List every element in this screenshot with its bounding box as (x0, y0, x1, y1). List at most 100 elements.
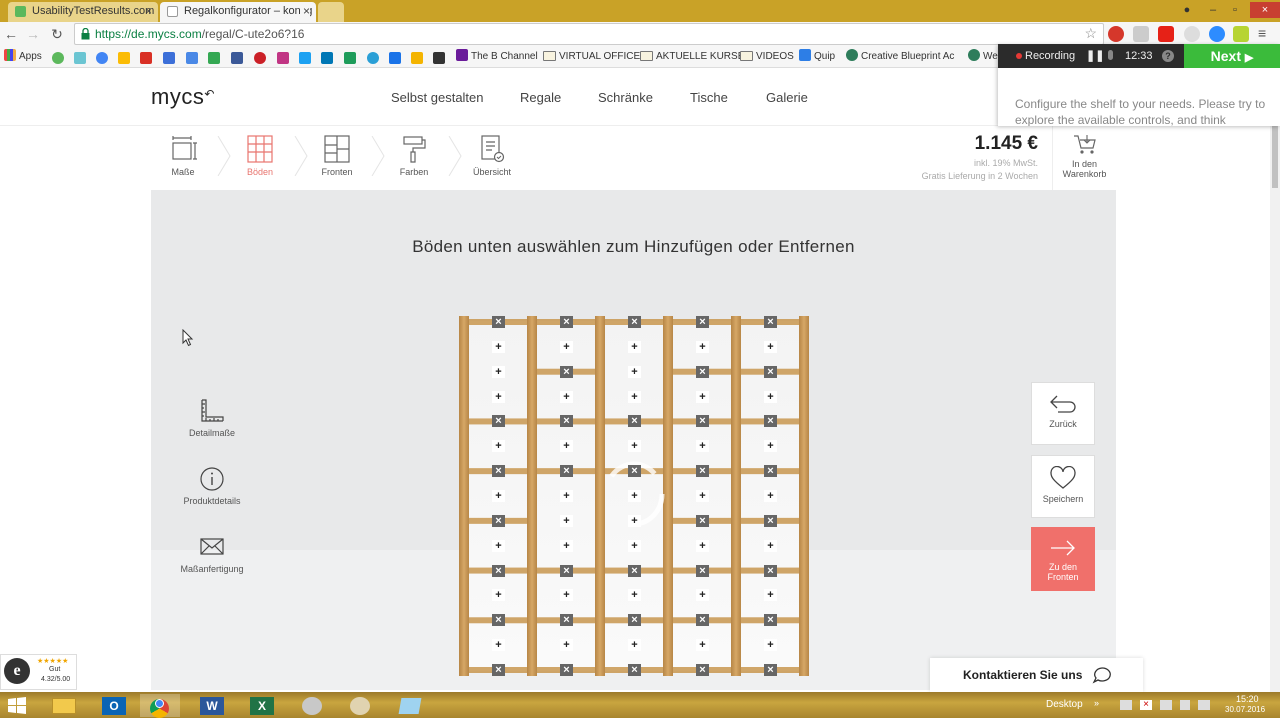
docs-icon[interactable] (186, 52, 198, 64)
recorder-next-button[interactable]: Next ▶ (1184, 44, 1280, 68)
bookmark-b-channel[interactable]: The B Channel (456, 49, 538, 65)
remove-shelf-marker[interactable]: × (492, 465, 505, 478)
tray-icon[interactable]: × (1140, 700, 1152, 710)
add-shelf-marker[interactable]: + (628, 365, 641, 378)
add-shelf-marker[interactable]: + (696, 340, 709, 353)
star-icon[interactable]: ☆ (1084, 25, 1097, 42)
add-shelf-marker[interactable]: + (628, 589, 641, 602)
clock-date[interactable]: 30.07.2016 (1225, 705, 1265, 714)
calendar-icon[interactable] (163, 52, 175, 64)
nav-selbst-gestalten[interactable]: Selbst gestalten (391, 90, 484, 105)
nav-galerie[interactable]: Galerie (766, 90, 808, 105)
remove-shelf-marker[interactable]: × (696, 514, 709, 527)
back-arrow-icon[interactable]: ← (2, 25, 20, 43)
add-shelf-marker[interactable]: + (764, 639, 777, 652)
google-icon[interactable] (96, 52, 108, 64)
linkedin-icon[interactable] (321, 52, 333, 64)
remove-shelf-marker[interactable]: × (560, 465, 573, 478)
remove-shelf-marker[interactable]: × (628, 664, 641, 676)
pause-icon[interactable]: ❚❚ (1086, 44, 1104, 68)
add-shelf-marker[interactable]: + (560, 340, 573, 353)
add-shelf-marker[interactable]: + (492, 365, 505, 378)
add-shelf-marker[interactable]: + (492, 639, 505, 652)
twitter-icon[interactable] (299, 52, 311, 64)
bookmark-icon[interactable] (411, 52, 423, 64)
remove-shelf-marker[interactable]: × (696, 365, 709, 378)
remove-shelf-marker[interactable]: × (560, 664, 573, 676)
network-icon[interactable] (1120, 700, 1132, 710)
remove-shelf-marker[interactable]: × (764, 316, 777, 328)
menu-icon[interactable]: ≡ (1258, 26, 1272, 42)
remove-shelf-marker[interactable]: × (764, 614, 777, 627)
remove-shelf-marker[interactable]: × (628, 564, 641, 577)
app-icon[interactable] (292, 694, 332, 717)
bookmark-quip[interactable]: Quip (799, 49, 835, 65)
tray-icon[interactable] (1160, 700, 1172, 710)
remove-shelf-marker[interactable]: × (696, 465, 709, 478)
pinterest-icon[interactable] (1108, 26, 1124, 42)
url-input[interactable]: https://de.mycs.com/regal/C-ute2o6?16 ☆ (74, 23, 1104, 45)
bookmark-icon[interactable] (74, 52, 86, 64)
minimize-button[interactable]: – (1202, 2, 1224, 18)
bookmark-icon[interactable] (344, 52, 356, 64)
bookmark-icon[interactable] (389, 52, 401, 64)
clock-time[interactable]: 15:20 (1236, 694, 1259, 704)
paint-icon[interactable] (340, 694, 380, 717)
close-icon[interactable]: × (299, 2, 310, 20)
bookmark-creative-blueprint[interactable]: Creative Blueprint Ac (846, 49, 954, 65)
remove-shelf-marker[interactable]: × (764, 465, 777, 478)
page-scrollbar[interactable] (1270, 68, 1280, 692)
add-shelf-marker[interactable]: + (628, 490, 641, 502)
add-shelf-marker[interactable]: + (696, 539, 709, 552)
remove-shelf-marker[interactable]: × (560, 415, 573, 428)
word-icon[interactable]: W (192, 694, 232, 717)
add-shelf-marker[interactable]: + (492, 340, 505, 353)
trust-badge[interactable]: e ★★★★★ Gut 4.32/5.00 (0, 654, 77, 690)
remove-shelf-marker[interactable]: × (696, 614, 709, 627)
bookmark-aktuelle-kurse[interactable]: AKTUELLE KURSE (640, 49, 744, 65)
add-shelf-marker[interactable]: + (560, 639, 573, 652)
add-shelf-marker[interactable]: + (696, 390, 709, 403)
remove-shelf-marker[interactable]: × (764, 664, 777, 676)
add-shelf-marker[interactable]: + (628, 440, 641, 453)
add-shelf-marker[interactable]: + (696, 440, 709, 453)
nav-schraenke[interactable]: Schränke (598, 90, 653, 105)
remove-shelf-marker[interactable]: × (628, 614, 641, 627)
add-shelf-marker[interactable]: + (764, 340, 777, 353)
add-shelf-marker[interactable]: + (560, 539, 573, 552)
add-shelf-marker[interactable]: + (560, 514, 573, 527)
add-shelf-marker[interactable]: + (492, 589, 505, 602)
file-explorer-icon[interactable] (44, 694, 84, 717)
new-tab-button[interactable] (318, 2, 344, 22)
chrome-icon[interactable] (140, 694, 180, 718)
help-icon[interactable]: ? (1162, 50, 1174, 62)
add-to-cart-button[interactable]: In den Warenkorb (1052, 126, 1116, 190)
add-shelf-marker[interactable]: + (628, 539, 641, 552)
bookmark-icon[interactable] (52, 52, 64, 64)
bookmark-icon[interactable] (433, 52, 445, 64)
add-shelf-marker[interactable]: + (628, 639, 641, 652)
remove-shelf-marker[interactable]: × (696, 316, 709, 328)
facebook-icon[interactable] (231, 52, 243, 64)
next-step-fronten-button[interactable]: Zu den Fronten (1031, 527, 1095, 591)
add-shelf-marker[interactable]: + (492, 390, 505, 403)
bookmark-icon[interactable] (118, 52, 130, 64)
app-icon[interactable] (390, 694, 430, 717)
step-masse[interactable]: Maße (153, 135, 213, 177)
tray-arrow-icon[interactable]: » (1094, 698, 1099, 708)
remove-shelf-marker[interactable]: × (492, 514, 505, 527)
instagram-icon[interactable] (277, 52, 289, 64)
youtube-icon[interactable] (1158, 26, 1174, 42)
extension-icon[interactable] (1209, 26, 1225, 42)
battery-icon[interactable] (1180, 700, 1190, 710)
step-farben[interactable]: Farben (384, 135, 444, 177)
reload-icon[interactable]: ↻ (48, 25, 66, 43)
add-shelf-marker[interactable]: + (628, 514, 641, 527)
remove-shelf-marker[interactable]: × (560, 564, 573, 577)
add-shelf-marker[interactable]: + (560, 490, 573, 502)
remove-shelf-marker[interactable]: × (764, 514, 777, 527)
remove-shelf-marker[interactable]: × (764, 365, 777, 378)
save-button[interactable]: Speichern (1031, 455, 1095, 518)
remove-shelf-marker[interactable]: × (764, 564, 777, 577)
user-icon[interactable]: ● (1176, 2, 1198, 18)
